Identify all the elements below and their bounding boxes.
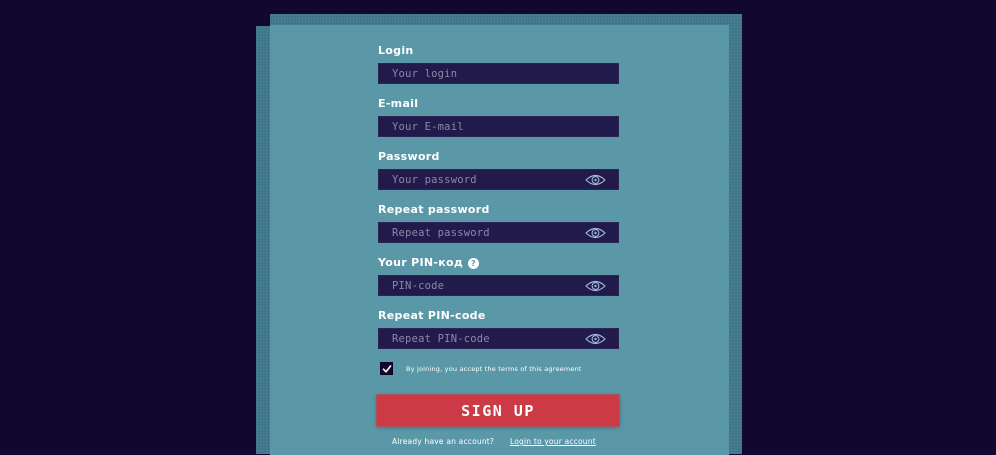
repeat-password-label: Repeat password	[378, 203, 490, 216]
login-link[interactable]: Login to your account	[510, 437, 596, 446]
agreement-checkbox[interactable]	[380, 362, 393, 375]
repeat-password-input[interactable]	[379, 223, 592, 242]
password-input[interactable]	[379, 170, 592, 189]
email-field-box	[378, 116, 619, 137]
question-circle-icon[interactable]: ?	[468, 258, 480, 269]
repeat-pin-field-box	[378, 328, 619, 349]
eye-icon[interactable]	[585, 279, 606, 293]
repeat-pin-input[interactable]	[379, 329, 592, 348]
checkmark-icon	[382, 365, 392, 373]
already-account-text: Already have an account?	[392, 437, 495, 446]
pin-input[interactable]	[379, 276, 592, 295]
eye-icon[interactable]	[585, 332, 606, 346]
pin-label-text: Your PIN-код	[378, 256, 464, 269]
password-field-box	[378, 169, 619, 190]
email-label: E-mail	[378, 97, 419, 110]
repeat-password-field-box	[378, 222, 619, 243]
pin-label: Your PIN-код?	[378, 256, 480, 269]
pin-field-box	[378, 275, 619, 296]
sign-up-button[interactable]: SIGN UP	[377, 395, 619, 426]
login-input[interactable]	[379, 64, 592, 83]
agreement-text: By joining, you accept the terms of this…	[406, 365, 582, 373]
login-field-box	[378, 63, 619, 84]
repeat-pin-label: Repeat PIN-code	[378, 309, 486, 322]
email-input[interactable]	[379, 117, 592, 136]
eye-icon[interactable]	[585, 226, 606, 240]
password-label: Password	[378, 150, 440, 163]
login-label: Login	[378, 44, 414, 57]
frame-notch	[256, 14, 270, 26]
eye-icon[interactable]	[585, 173, 606, 187]
